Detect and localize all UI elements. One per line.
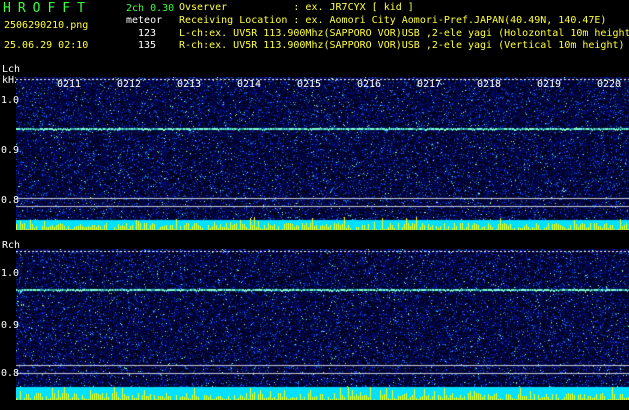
time-label-0214: 0214 (237, 79, 262, 90)
file-name: 2506290210.png (4, 20, 89, 31)
time-label-0218: 0218 (477, 79, 502, 90)
app-title: HROFFT (3, 1, 92, 16)
time-label-0219: 0219 (537, 79, 562, 90)
time-label-0212: 0212 (117, 79, 142, 90)
time-label-0220: 0220 (597, 79, 622, 90)
lch-info: L-ch:ex. UV5R 113.900Mhz(SAPPORO VOR)USB… (179, 28, 629, 39)
lch-label: Lch (2, 64, 21, 75)
app-version: 2ch 0.30 (126, 3, 175, 14)
time-label-0217: 0217 (417, 79, 442, 90)
rch-info: R-ch:ex. UV5R 113.900Mhz(SAPPORO VOR)USB… (179, 40, 625, 51)
header: HROFFT 2ch 0.30 2506290210.png meteor 12… (0, 0, 629, 60)
time-label-0213: 0213 (177, 79, 202, 90)
lch-ytick-0.9: 0.9 (1, 145, 20, 156)
time-label-0216: 0216 (357, 79, 382, 90)
location-info: Receiving Location : ex. Aomori City Aom… (179, 15, 607, 26)
file-datetime: 25.06.29 02:10 (4, 40, 89, 51)
footer-bar (0, 400, 629, 410)
rch-spectrogram-canvas (16, 249, 629, 400)
time-label-0211: 0211 (57, 79, 82, 90)
time-label-0215: 0215 (297, 79, 322, 90)
rch-ytick-0.8: 0.8 (1, 368, 20, 379)
rch-ytick-1.0: 1.0 (1, 268, 20, 279)
lch-spectrogram-canvas (16, 77, 629, 230)
lch-ytick-0.8: 0.8 (1, 195, 20, 206)
observer-info: Ovserver : ex. JR7CYX [ kid ] (179, 2, 414, 13)
meteor-label: meteor (126, 15, 163, 26)
lch-ytick-1.0: 1.0 (1, 95, 20, 106)
rch-ytick-0.9: 0.9 (1, 320, 20, 331)
meteor-count-lch: 123 (138, 28, 157, 39)
lch-spectrogram (16, 77, 629, 230)
rch-spectrogram (16, 249, 629, 400)
meteor-count-rch: 135 (138, 40, 157, 51)
